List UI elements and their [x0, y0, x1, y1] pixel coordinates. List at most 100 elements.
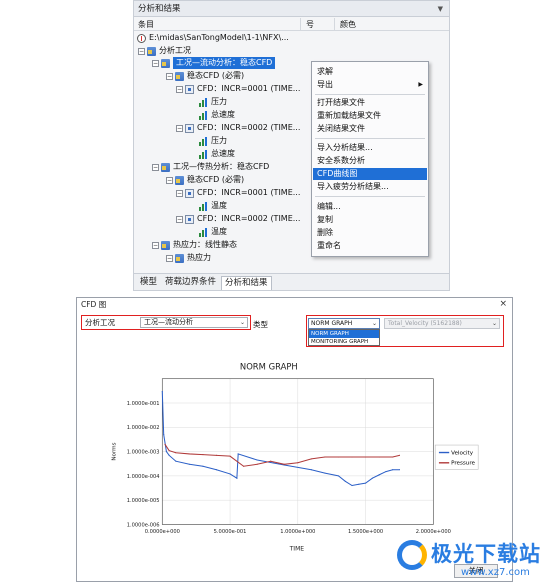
collapse-toggle[interactable]: −: [176, 215, 183, 223]
close-icon[interactable]: ×: [499, 298, 507, 311]
collapse-toggle[interactable]: −: [152, 59, 159, 67]
variable-select[interactable]: Total_Velocity (5162188) ⌄: [384, 318, 500, 329]
tree-row-steady-cfd[interactable]: − 稳态CFD (必需): [166, 174, 244, 186]
tab-analysis-results[interactable]: 分析和结果: [221, 276, 272, 290]
tree-row-incr-0002[interactable]: − CFD：INCR=0002 (TIME...: [176, 122, 300, 134]
tab-loads-boundary[interactable]: 荷载边界条件: [162, 276, 219, 290]
tree-row-incr-0002[interactable]: − CFD：INCR=0002 (TIME...: [176, 213, 300, 225]
chevron-down-icon: ⌄: [491, 320, 497, 327]
tree-column-header: 条目 号 颜色: [134, 18, 449, 31]
tree-row-flow-case[interactable]: − 工况—流动分析：稳态CFD: [152, 57, 276, 69]
collapse-toggle[interactable]: −: [166, 254, 173, 262]
collapse-toggle[interactable]: −: [166, 176, 173, 184]
menu-item-copy[interactable]: 复制: [313, 214, 427, 226]
y-tick-label: 1.0000e-003: [127, 449, 160, 455]
menu-item-edit[interactable]: 编辑...: [313, 201, 427, 213]
panel-dropdown-icon[interactable]: ▼: [438, 1, 443, 17]
bar-chart-icon: [199, 201, 208, 211]
tree-row-total-velocity[interactable]: 总速度: [199, 109, 235, 121]
data-point-pressure: [310, 458, 312, 460]
menu-item-import-results[interactable]: 导入分析结果...: [313, 142, 427, 154]
tree-row-thermal-stress-case[interactable]: − 热应力：线性静态: [152, 239, 237, 251]
tree-row-pressure[interactable]: 压力: [199, 96, 227, 108]
menu-item-delete[interactable]: 删除: [313, 227, 427, 239]
menu-item-safety-factor[interactable]: 安全系数分析: [313, 155, 427, 167]
y-tick-label: 1.0000e-002: [127, 425, 160, 431]
tree-label: 热应力：线性静态: [173, 240, 237, 249]
collapse-toggle[interactable]: −: [152, 163, 159, 171]
watermark-brand: 极光下载站: [431, 542, 541, 566]
tree-row-heat-case[interactable]: − 工况—传热分析：稳态CFD: [152, 161, 269, 173]
graph-type-group: NORM GRAPH ⌄ Total_Velocity (5162188) ⌄ …: [306, 315, 504, 347]
graph-type-value: NORM GRAPH: [311, 320, 353, 327]
tree-label: 工况—传热分析：稳态CFD: [173, 162, 270, 171]
menu-item-import-fatigue[interactable]: 导入疲劳分析结果...: [313, 181, 427, 193]
data-point-velocity: [236, 477, 238, 479]
type-label: 类型: [253, 320, 268, 329]
chart-grid: [162, 378, 434, 525]
folder-icon: [175, 253, 184, 263]
menu-item-open-result[interactable]: 打开结果文件: [313, 97, 427, 109]
menu-item-close-result[interactable]: 关闭结果文件: [313, 123, 427, 135]
column-color[interactable]: 颜色: [340, 19, 356, 30]
folder-icon: [161, 162, 170, 172]
variable-value: Total_Velocity (5162188): [388, 320, 462, 327]
tree-label: 总速度: [211, 149, 235, 158]
y-tick-label: 1.0000e-004: [127, 474, 160, 480]
graph-type-select[interactable]: NORM GRAPH ⌄: [308, 318, 380, 329]
tree-label: E:\midas\SanTongModel\1-1\NFX\...: [149, 33, 289, 42]
column-item[interactable]: 条目: [138, 19, 154, 30]
tree-row-analysis-cases[interactable]: − 分析工况: [138, 45, 191, 57]
data-point-velocity: [371, 477, 373, 479]
data-point-pressure: [215, 454, 218, 456]
graph-option-norm[interactable]: NORM GRAPH: [309, 330, 379, 338]
folder-icon: [147, 46, 156, 56]
collapse-toggle[interactable]: −: [176, 85, 183, 93]
menu-item-reload-result[interactable]: 重新加载结果文件: [313, 110, 427, 122]
menu-item-export[interactable]: 导出 ▶: [313, 79, 427, 91]
tree-row-temperature[interactable]: 温度: [199, 200, 227, 212]
collapse-toggle[interactable]: −: [176, 189, 183, 197]
bar-chart-icon: [199, 110, 208, 120]
context-menu: 求解 导出 ▶ 打开结果文件 重新加载结果文件 关闭结果文件 导入分析结果...…: [311, 61, 429, 257]
data-point-pressure: [202, 454, 204, 456]
dialog-title: CFD 图: [81, 300, 107, 309]
analysis-case-select[interactable]: 工况—流动分析 ⌄: [140, 317, 248, 328]
collapse-toggle[interactable]: −: [176, 124, 183, 132]
collapse-toggle[interactable]: −: [166, 72, 173, 80]
data-point-velocity: [378, 474, 380, 476]
graph-option-monitoring[interactable]: MONITORING GRAPH: [309, 338, 379, 346]
x-axis-label: TIME: [289, 546, 305, 553]
tree-row-model-path[interactable]: E:\midas\SanTongModel\1-1\NFX\...: [137, 32, 289, 44]
column-number[interactable]: 号: [306, 19, 314, 30]
x-tick-label: 1.5000e+000: [348, 529, 383, 535]
compass-icon: [137, 33, 146, 43]
tree-row-pressure[interactable]: 压力: [199, 135, 227, 147]
data-point-velocity: [161, 390, 163, 392]
tree-label: 分析工况: [159, 46, 191, 55]
menu-item-rename[interactable]: 重命名: [313, 240, 427, 252]
tab-model[interactable]: 模型: [137, 276, 160, 290]
bar-chart-icon: [199, 227, 208, 237]
menu-item-cfd-graph[interactable]: CFD曲线图: [313, 168, 427, 180]
data-point-velocity: [398, 469, 401, 471]
data-point-pressure: [270, 460, 272, 462]
tree-row-thermal-stress[interactable]: − 热应力: [166, 252, 211, 264]
submenu-arrow-icon: ▶: [418, 81, 423, 88]
tree-row-incr-0001[interactable]: − CFD：INCR=0001 (TIME...: [176, 83, 300, 95]
data-point-velocity: [337, 475, 340, 477]
tree-row-steady-cfd[interactable]: − 稳态CFD (必需): [166, 70, 244, 82]
tree-row-total-velocity[interactable]: 总速度: [199, 148, 235, 160]
x-axis-ticks: 0.0000e+000 5.0000e-001 1.0000e+000 1.5000e…: [145, 529, 451, 535]
collapse-toggle[interactable]: −: [138, 47, 145, 55]
tree-label: CFD：INCR=0001 (TIME...: [197, 84, 301, 93]
result-icon: [185, 84, 194, 94]
data-point-velocity: [188, 463, 190, 465]
menu-item-solve[interactable]: 求解: [313, 66, 427, 78]
data-point-velocity: [310, 469, 312, 471]
collapse-toggle[interactable]: −: [152, 241, 159, 249]
tree-row-incr-0001[interactable]: − CFD：INCR=0001 (TIME...: [176, 187, 300, 199]
x-tick-label: 0.0000e+000: [145, 529, 180, 535]
bar-chart-icon: [199, 149, 208, 159]
tree-row-temperature[interactable]: 温度: [199, 226, 227, 238]
